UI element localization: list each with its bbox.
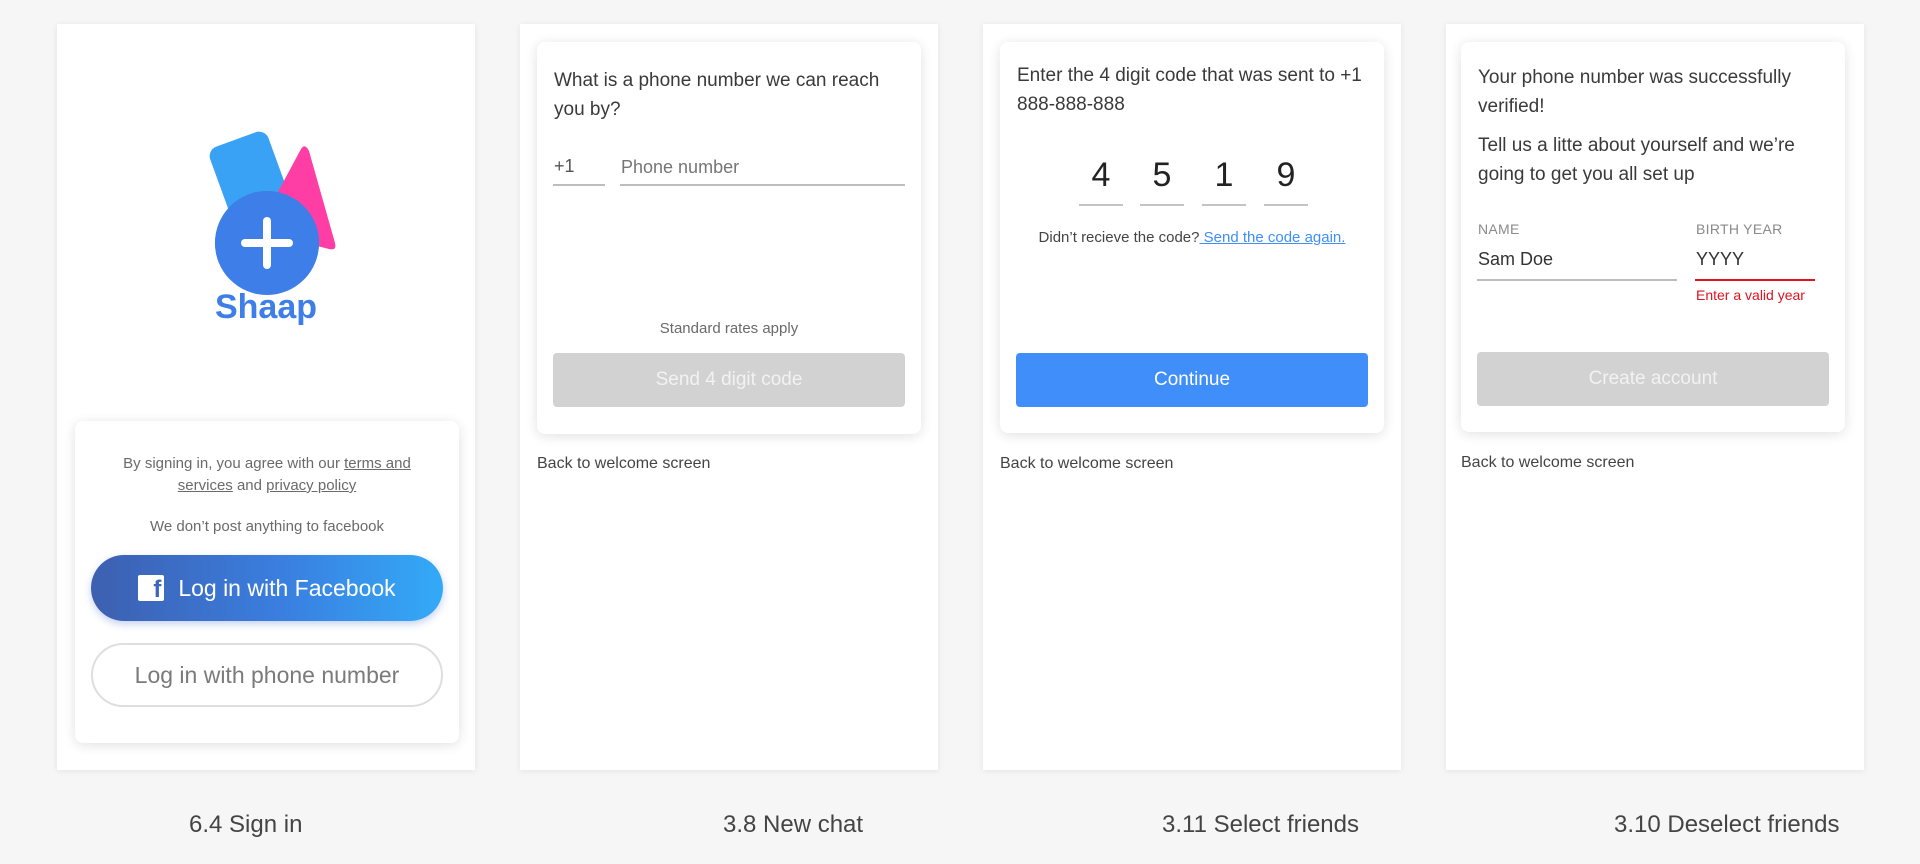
code-digit-4[interactable]: 9 bbox=[1264, 156, 1308, 195]
back-to-welcome-link[interactable]: Back to welcome screen bbox=[1000, 455, 1173, 473]
success-text: Your phone number was successfully verif… bbox=[1478, 67, 1791, 117]
code-digit-2[interactable]: 5 bbox=[1140, 156, 1184, 195]
caption-sign-in: 6.4 Sign in bbox=[189, 811, 303, 838]
code-digit-1-underline bbox=[1079, 204, 1123, 206]
privacy-link[interactable]: privacy policy bbox=[266, 477, 356, 494]
back-to-welcome-link[interactable]: Back to welcome screen bbox=[1461, 454, 1634, 472]
code-card: Enter the 4 digit code that was sent to … bbox=[1000, 42, 1384, 433]
country-code-underline bbox=[553, 184, 605, 186]
birth-year-label: BIRTH YEAR bbox=[1696, 221, 1783, 237]
caption-select-friends: 3.11 Select friends bbox=[1162, 811, 1360, 838]
plus-icon bbox=[215, 191, 319, 295]
code-digit-1[interactable]: 4 bbox=[1079, 156, 1123, 195]
resend-text: Didn’t recieve the code? Send the code a… bbox=[1038, 229, 1346, 246]
facebook-login-button[interactable]: f Log in with Facebook bbox=[91, 555, 443, 621]
back-to-welcome-link[interactable]: Back to welcome screen bbox=[537, 455, 710, 473]
screen-phone-number: What is a phone number we can reach you … bbox=[520, 24, 938, 770]
sign-in-card: By signing in, you agree with our terms … bbox=[75, 421, 459, 743]
screen-profile-setup: Your phone number was successfully verif… bbox=[1446, 24, 1864, 770]
code-digit-3-underline bbox=[1202, 204, 1246, 206]
code-digit-2-underline bbox=[1140, 204, 1184, 206]
phone-card: What is a phone number we can reach you … bbox=[537, 42, 921, 434]
phone-question: What is a phone number we can reach you … bbox=[554, 70, 880, 120]
code-digit-3[interactable]: 1 bbox=[1202, 156, 1246, 195]
no-post-note: We don’t post anything to facebook bbox=[149, 518, 385, 535]
phone-login-button[interactable]: Log in with phone number bbox=[91, 643, 443, 707]
birth-year-field[interactable]: YYYY bbox=[1696, 249, 1744, 270]
brand-name: Shaap bbox=[214, 288, 318, 326]
send-code-button[interactable]: Send 4 digit code bbox=[553, 353, 905, 407]
rates-note: Standard rates apply bbox=[659, 320, 799, 337]
resend-code-link[interactable]: Send the code again. bbox=[1199, 229, 1346, 246]
profile-card: Your phone number was successfully verif… bbox=[1461, 42, 1845, 432]
phone-underline bbox=[620, 184, 905, 186]
name-underline bbox=[1477, 279, 1677, 281]
birth-year-underline bbox=[1695, 279, 1815, 281]
code-prompt: Enter the 4 digit code that was sent to … bbox=[1017, 65, 1362, 115]
phone-input[interactable] bbox=[621, 152, 907, 182]
country-code[interactable]: +1 bbox=[554, 156, 575, 177]
caption-deselect-friends: 3.10 Deselect friends bbox=[1614, 811, 1840, 838]
code-digit-4-underline bbox=[1264, 204, 1308, 206]
screen-sign-in: Shaap By signing in, you agree with our … bbox=[57, 24, 475, 770]
intro-text: Tell us a litte about yourself and we’re… bbox=[1478, 135, 1795, 185]
birth-year-error: Enter a valid year bbox=[1696, 287, 1805, 303]
create-account-button[interactable]: Create account bbox=[1477, 352, 1829, 406]
name-label: NAME bbox=[1478, 221, 1520, 237]
continue-button[interactable]: Continue bbox=[1016, 353, 1368, 407]
name-field[interactable]: Sam Doe bbox=[1478, 249, 1553, 270]
screen-verify-code: Enter the 4 digit code that was sent to … bbox=[983, 24, 1401, 770]
caption-new-chat: 3.8 New chat bbox=[723, 811, 864, 838]
facebook-icon: f bbox=[138, 575, 165, 603]
terms-text: By signing in, you agree with our terms … bbox=[123, 455, 411, 494]
